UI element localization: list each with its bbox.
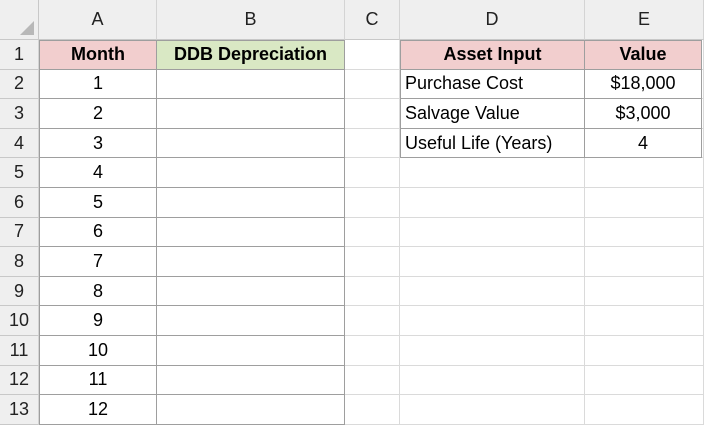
month-cell[interactable]: 4 bbox=[39, 158, 157, 188]
grid-cell[interactable] bbox=[345, 158, 400, 188]
grid-cell[interactable] bbox=[585, 336, 704, 366]
ddb-depreciation-header: DDB Depreciation bbox=[157, 40, 345, 70]
spreadsheet-grid: A B C D E 1 2 3 4 5 6 7 8 9 10 11 12 13 Month DDB Depreciat… bbox=[0, 0, 704, 425]
grid-cell[interactable] bbox=[585, 306, 704, 336]
row-header-10[interactable]: 10 bbox=[0, 306, 39, 336]
column-header-a[interactable]: A bbox=[39, 0, 157, 40]
month-cell[interactable]: 10 bbox=[39, 336, 157, 366]
grid-cell[interactable] bbox=[345, 128, 400, 159]
select-all-triangle-icon bbox=[20, 21, 34, 35]
row-header-9[interactable]: 9 bbox=[0, 276, 39, 307]
asset-value-cell[interactable]: 4 bbox=[585, 128, 702, 159]
grid-cell[interactable] bbox=[345, 395, 400, 425]
row-header-2[interactable]: 2 bbox=[0, 69, 39, 100]
grid-cell[interactable] bbox=[585, 365, 704, 396]
ddb-depreciation-cell[interactable] bbox=[157, 99, 345, 129]
month-cell[interactable]: 3 bbox=[39, 128, 157, 159]
month-cell[interactable]: 7 bbox=[39, 247, 157, 277]
row-header-3[interactable]: 3 bbox=[0, 99, 39, 129]
value-header: Value bbox=[585, 40, 702, 70]
ddb-depreciation-cell[interactable] bbox=[157, 188, 345, 218]
column-header-e[interactable]: E bbox=[585, 0, 704, 40]
grid-cell[interactable] bbox=[585, 217, 704, 248]
month-cell[interactable]: 1 bbox=[39, 69, 157, 100]
row-header-13[interactable]: 13 bbox=[0, 395, 39, 425]
grid-cell[interactable] bbox=[345, 99, 400, 129]
grid-cell[interactable] bbox=[585, 247, 704, 277]
select-all-corner[interactable] bbox=[0, 0, 39, 40]
ddb-depreciation-cell[interactable] bbox=[157, 276, 345, 307]
asset-value-cell[interactable]: $3,000 bbox=[585, 99, 702, 129]
grid-cell[interactable] bbox=[400, 276, 585, 307]
month-cell[interactable]: 12 bbox=[39, 395, 157, 425]
row-header-5[interactable]: 5 bbox=[0, 158, 39, 188]
row-header-8[interactable]: 8 bbox=[0, 247, 39, 277]
grid-cell[interactable] bbox=[345, 188, 400, 218]
column-header-b[interactable]: B bbox=[157, 0, 345, 40]
month-cell[interactable]: 9 bbox=[39, 306, 157, 336]
grid-cell[interactable] bbox=[345, 40, 400, 70]
grid-cell[interactable] bbox=[400, 336, 585, 366]
month-cell[interactable]: 5 bbox=[39, 188, 157, 218]
month-header: Month bbox=[39, 40, 157, 70]
ddb-depreciation-cell[interactable] bbox=[157, 69, 345, 100]
grid-cell[interactable] bbox=[400, 217, 585, 248]
grid-cell[interactable] bbox=[585, 276, 704, 307]
grid-cell[interactable] bbox=[400, 188, 585, 218]
grid-cell[interactable] bbox=[400, 365, 585, 396]
row-header-12[interactable]: 12 bbox=[0, 365, 39, 396]
ddb-depreciation-cell[interactable] bbox=[157, 365, 345, 396]
row-header-1[interactable]: 1 bbox=[0, 40, 39, 70]
grid-cell[interactable] bbox=[585, 158, 704, 188]
ddb-depreciation-cell[interactable] bbox=[157, 306, 345, 336]
month-cell[interactable]: 11 bbox=[39, 365, 157, 396]
grid-cell[interactable] bbox=[585, 188, 704, 218]
ddb-depreciation-cell[interactable] bbox=[157, 217, 345, 248]
month-cell[interactable]: 6 bbox=[39, 217, 157, 248]
grid-cell[interactable] bbox=[400, 395, 585, 425]
grid-cell[interactable] bbox=[400, 306, 585, 336]
row-header-6[interactable]: 6 bbox=[0, 188, 39, 218]
ddb-depreciation-cell[interactable] bbox=[157, 395, 345, 425]
ddb-depreciation-cell[interactable] bbox=[157, 128, 345, 159]
ddb-depreciation-cell[interactable] bbox=[157, 247, 345, 277]
grid-cell[interactable] bbox=[345, 336, 400, 366]
grid-cell[interactable] bbox=[345, 276, 400, 307]
ddb-depreciation-cell[interactable] bbox=[157, 336, 345, 366]
grid-cell[interactable] bbox=[345, 247, 400, 277]
month-cell[interactable]: 2 bbox=[39, 99, 157, 129]
grid-cell[interactable] bbox=[345, 306, 400, 336]
grid-cell[interactable] bbox=[345, 69, 400, 100]
row-header-7[interactable]: 7 bbox=[0, 217, 39, 248]
grid-cell[interactable] bbox=[585, 395, 704, 425]
grid-cell[interactable] bbox=[345, 217, 400, 248]
asset-value-cell[interactable]: $18,000 bbox=[585, 69, 702, 100]
month-cell[interactable]: 8 bbox=[39, 276, 157, 307]
row-header-11[interactable]: 11 bbox=[0, 336, 39, 366]
ddb-depreciation-cell[interactable] bbox=[157, 158, 345, 188]
asset-input-header: Asset Input bbox=[400, 40, 585, 70]
grid-cell[interactable] bbox=[400, 158, 585, 188]
row-header-4[interactable]: 4 bbox=[0, 128, 39, 159]
asset-label-cell[interactable]: Useful Life (Years) bbox=[400, 128, 585, 159]
asset-label-cell[interactable]: Salvage Value bbox=[400, 99, 585, 129]
grid-cell[interactable] bbox=[400, 247, 585, 277]
grid-cell[interactable] bbox=[345, 365, 400, 396]
column-header-c[interactable]: C bbox=[345, 0, 400, 40]
column-header-d[interactable]: D bbox=[400, 0, 585, 40]
asset-label-cell[interactable]: Purchase Cost bbox=[400, 69, 585, 100]
